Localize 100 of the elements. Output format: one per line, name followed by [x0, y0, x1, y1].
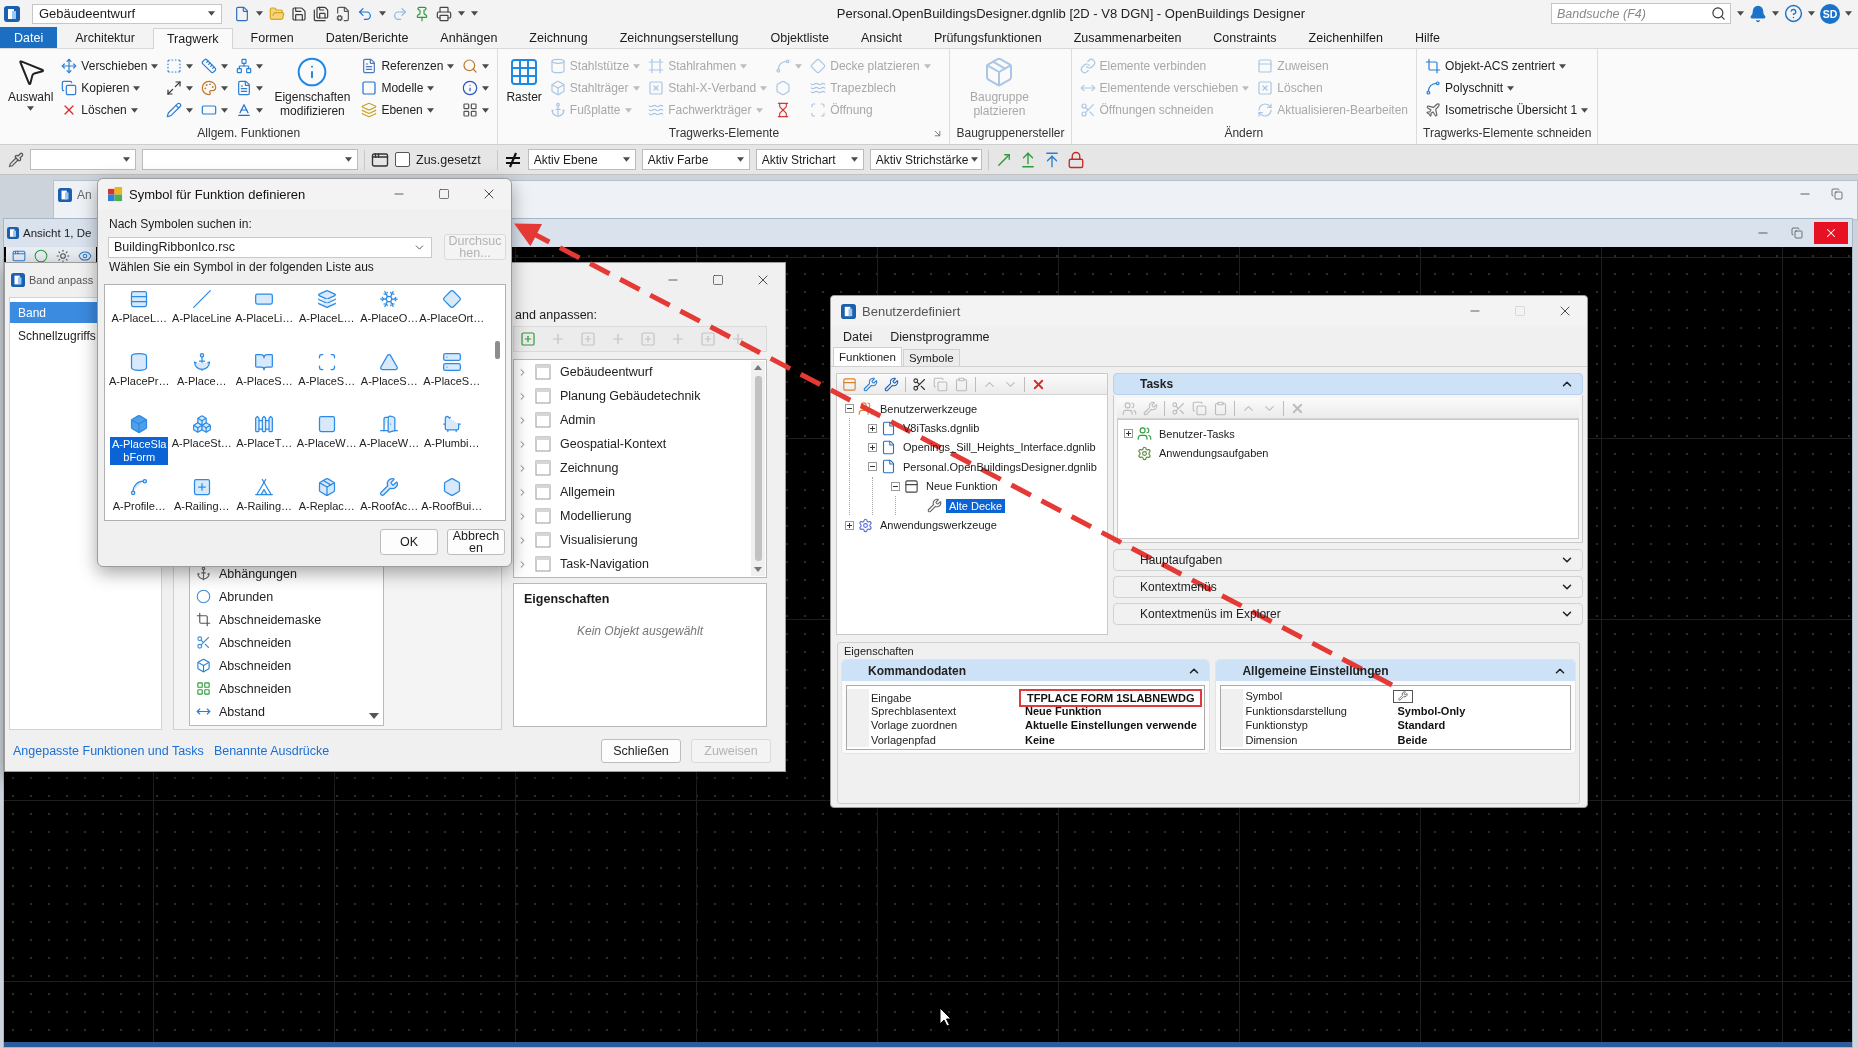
tab[interactable]: Symbole	[902, 349, 960, 366]
symbol-item[interactable]: A-PlaceS…	[358, 349, 421, 412]
scissors-icon[interactable]	[912, 376, 927, 392]
workflow-dropdown[interactable]: Gebäudeentwurf	[32, 3, 222, 24]
symbol-item[interactable]: A-PlaceS…	[233, 349, 296, 412]
section-header[interactable]: Tasks	[1113, 373, 1583, 395]
symbol-item[interactable]: A-PlaceS…	[420, 349, 483, 412]
tool-button[interactable]: Modelle	[359, 77, 457, 99]
tool-button[interactable]: Eigenschaften modifizieren	[269, 53, 356, 118]
property-value[interactable]: Neue Funktion	[1021, 704, 1106, 717]
ribbon-tab[interactable]: Prüfungsfunktionen	[919, 27, 1056, 48]
save-all-icon[interactable]	[313, 5, 329, 22]
ribbon-tab[interactable]: Hilfe	[1400, 27, 1454, 48]
ribbon-tab[interactable]: Tragwerk	[152, 28, 233, 49]
symbol-item[interactable]: A-Replac…	[295, 474, 358, 520]
minus-box-icon[interactable]	[891, 481, 900, 491]
dropdown[interactable]	[142, 149, 358, 170]
scroll-down-icon[interactable]	[369, 713, 379, 719]
tree-item[interactable]: Openings_Sill_Heights_Interface.dgnlib	[900, 440, 1099, 455]
symbol-item[interactable]: A-PlaceL…	[295, 287, 358, 350]
pin-icon[interactable]	[414, 5, 430, 22]
symbol-item[interactable]: A-Plumbi…	[420, 412, 483, 475]
section-header[interactable]: Allgemeine Einstellungen	[1216, 660, 1575, 681]
symbol-item[interactable]: A-PlaceLi…	[233, 287, 296, 350]
plus-box-icon[interactable]	[845, 520, 854, 530]
symbol-item[interactable]: A-Railing…	[170, 474, 233, 520]
ribbon-tab[interactable]: Zusammenarbeiten	[1059, 27, 1196, 48]
plus-square-icon[interactable]	[520, 331, 536, 347]
lock-icon[interactable]	[1066, 150, 1085, 169]
bell-icon[interactable]	[1749, 4, 1767, 23]
file-icon[interactable]	[234, 5, 250, 22]
symbol-item[interactable]: A-PlaceSlabForm	[108, 412, 171, 475]
tree-item[interactable]: Zeichnung	[558, 461, 621, 475]
ribbon-tab[interactable]: Architektur	[61, 27, 149, 48]
tree-item[interactable]: Benutzer-Tasks	[1156, 426, 1238, 441]
tool-button[interactable]: Verschieben	[59, 55, 161, 77]
window-icon[interactable]	[371, 150, 389, 169]
ribbon-tab[interactable]: Daten/Berichte	[311, 27, 423, 48]
tool-button[interactable]: Raster	[504, 53, 544, 104]
symbol-item[interactable]: A-PlaceW…	[358, 412, 421, 475]
tab[interactable]: Funktionen	[833, 347, 902, 366]
list-item[interactable]: Abschneiden	[217, 635, 294, 650]
sun-icon[interactable]	[56, 249, 70, 263]
tool-button[interactable]: Objekt-ACS zentriert	[1423, 55, 1591, 77]
close-button[interactable]	[1814, 222, 1848, 244]
symbol-item[interactable]: A-PlaceS…	[295, 349, 358, 412]
dropdown[interactable]: Aktiv Ebene	[527, 149, 636, 170]
plus-box-icon[interactable]	[1124, 429, 1133, 439]
tree-item[interactable]: Benutzerwerkzeuge	[877, 401, 981, 416]
tool-button[interactable]: Auswahl	[6, 53, 56, 111]
symbol-item[interactable]: A-RoofBui…	[420, 474, 483, 520]
tree-item[interactable]: Geospatial-Kontext	[558, 437, 669, 451]
printer-icon[interactable]	[436, 5, 452, 22]
symbol-item[interactable]: A-Railing…	[233, 474, 296, 520]
tree-item[interactable]: Alte Decke	[946, 498, 1006, 513]
ribbon-tab[interactable]: Zeichnungserstellung	[605, 27, 753, 48]
section-header[interactable]: Hauptaufgaben	[1113, 549, 1583, 571]
search-field[interactable]: Bandsuche (F4)	[1551, 3, 1731, 24]
list-item[interactable]: Abschneidemaske	[217, 612, 324, 627]
dialog-button[interactable]: OK	[380, 528, 438, 555]
ribbon-tab[interactable]: Formen	[236, 27, 308, 48]
property-value[interactable]: TFPLACE FORM 1SLABNEWDG	[1023, 692, 1199, 704]
tool-button[interactable]: Ebenen	[359, 99, 457, 121]
circle-icon[interactable]	[34, 249, 48, 263]
tool-button[interactable]: Kopieren	[59, 77, 161, 99]
ribbon-tab[interactable]: Objektliste	[756, 27, 843, 48]
list-item[interactable]: Abrunden	[217, 589, 276, 604]
symbol-item[interactable]: A-PlaceLine	[170, 287, 233, 350]
link[interactable]: Benannte Ausdrücke	[213, 743, 330, 758]
tree-item[interactable]: Modellierung	[558, 509, 634, 523]
redo-icon[interactable]	[392, 5, 408, 22]
tool-button[interactable]: Polyschnitt	[1423, 77, 1591, 99]
tool-button[interactable]: Isometrische Übersicht 1	[1423, 99, 1591, 121]
save-icon[interactable]	[291, 5, 307, 22]
property-value[interactable]: Beide	[1393, 733, 1432, 746]
tree-item[interactable]: Neue Funktion	[923, 479, 1001, 494]
ribbon-tab[interactable]: Zeichenhilfen	[1294, 27, 1397, 48]
menu-item[interactable]: Dienstprogramme	[890, 330, 990, 344]
tree-item[interactable]: V8iTasks.dgnlib	[900, 421, 983, 436]
symbol-item[interactable]: A-PlacePr…	[108, 349, 171, 412]
dropdown[interactable]: Aktiv Farbe	[641, 149, 750, 170]
tree-item[interactable]: Admin	[558, 413, 598, 427]
panel-icon[interactable]	[842, 376, 857, 392]
dialog-button[interactable]: Abbrechen	[447, 528, 505, 555]
dropdown[interactable]	[30, 149, 136, 170]
menu-item[interactable]: Datei	[843, 330, 873, 344]
link[interactable]: Angepasste Funktionen und Tasks	[13, 743, 204, 758]
ribbon-tab[interactable]: Constraints	[1199, 27, 1291, 48]
ribbon-tab[interactable]: Ansicht	[846, 27, 916, 48]
wrench-icon[interactable]	[884, 376, 899, 392]
symbol-item[interactable]: A-Place…	[170, 349, 233, 412]
file-settings-icon[interactable]	[335, 5, 351, 22]
folder-icon[interactable]	[269, 5, 285, 22]
list-item[interactable]: Abhängungen	[217, 566, 299, 581]
symbol-item[interactable]: A-Profile…	[108, 474, 171, 520]
symbol-item[interactable]: A-RoofAc…	[358, 474, 421, 520]
list-item[interactable]: Abschneiden	[217, 658, 294, 673]
dropdown[interactable]: Aktiv Strichstärke	[869, 149, 982, 170]
undo-icon[interactable]	[357, 5, 373, 22]
tree-item[interactable]: Anwendungswerkzeuge	[877, 518, 1000, 533]
